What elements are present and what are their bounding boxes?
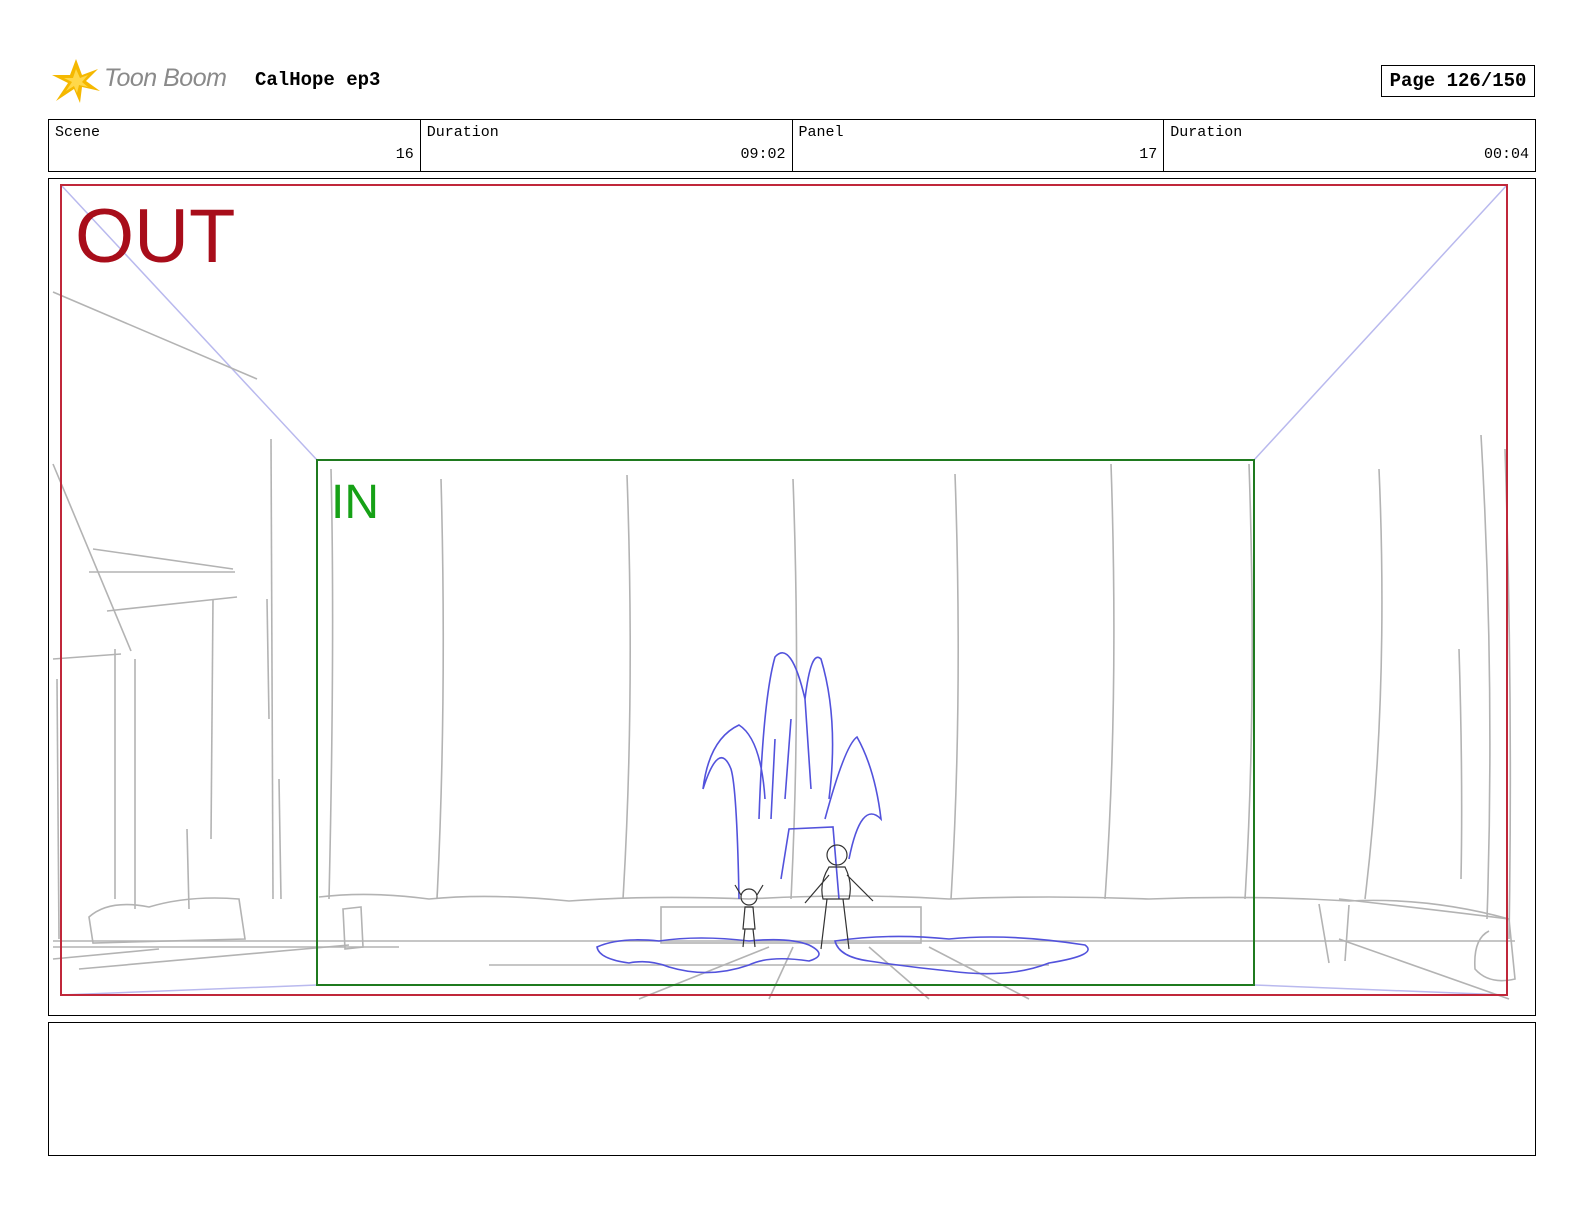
panel-duration-cell: Duration 00:04 (1163, 120, 1535, 171)
scene-value: 16 (395, 146, 414, 163)
scene-cell: Scene 16 (49, 120, 420, 171)
background-sketch (52, 291, 1516, 1000)
storyboard-panel: OUT IN (48, 178, 1536, 1016)
perspective-guides (60, 184, 1508, 996)
panel-cell: Panel 17 (791, 120, 1164, 171)
notes-box[interactable] (48, 1022, 1536, 1156)
panel-duration-value: 00:04 (1483, 146, 1529, 163)
panel-label: Panel (798, 124, 844, 141)
in-frame-label: IN (331, 476, 379, 529)
scene-duration-value: 09:02 (740, 146, 786, 163)
scene-label: Scene (55, 124, 101, 141)
out-frame-label: OUT (75, 194, 236, 279)
scene-info-table: Scene 16 Duration 09:02 Panel 17 Duratio… (48, 119, 1536, 172)
out-frame (60, 184, 1508, 996)
panel-value: 17 (1139, 146, 1158, 163)
scene-duration-cell: Duration 09:02 (419, 120, 792, 171)
rock-and-puddle-sketch (596, 652, 1089, 975)
logo-wordmark: Toon Boom (104, 64, 227, 92)
scene-duration-label: Duration (426, 124, 499, 141)
project-title: CalHope ep3 (255, 69, 381, 91)
panel-sketch (52, 184, 1516, 1000)
panel-duration-label: Duration (1170, 124, 1243, 141)
page-indicator: Page 126/150 (1381, 65, 1535, 97)
